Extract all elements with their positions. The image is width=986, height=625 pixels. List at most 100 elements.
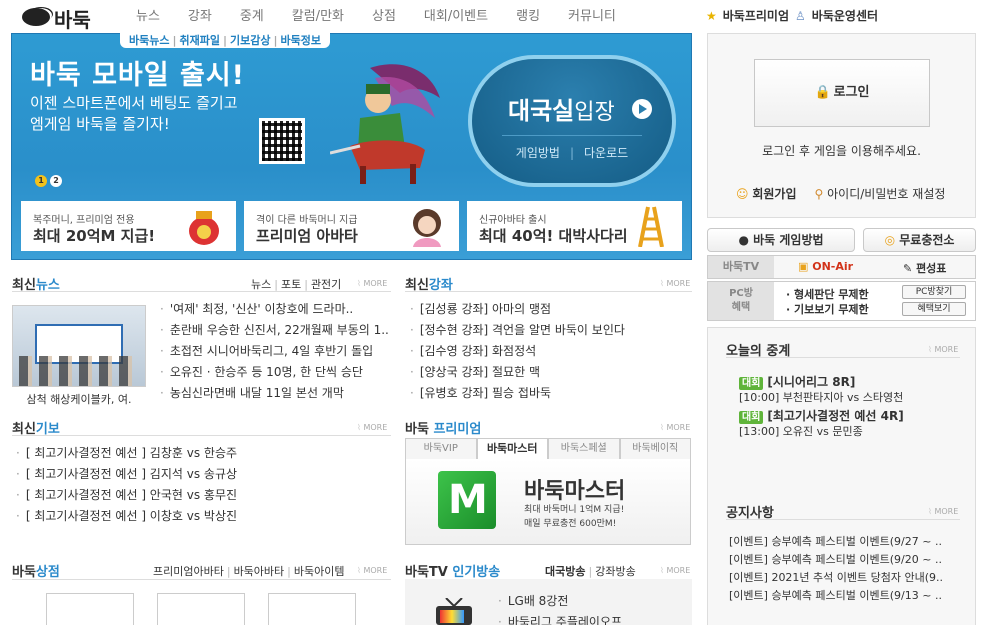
horse-rider-illustration <box>330 64 440 184</box>
notice-more-link[interactable]: MORE <box>928 507 958 516</box>
login-button[interactable]: 🔒 로그인 <box>754 59 930 127</box>
list-item[interactable]: [이벤트] 승부예측 페스티벌 이벤트(9/20 ~ .. <box>729 551 947 569</box>
list-item[interactable]: 오유진 · 한승주 등 10명, 한 단씩 승단 <box>160 362 392 383</box>
tv-section-title[interactable]: 바둑TV 인기방송 <box>405 561 500 580</box>
news-sublinks: 뉴스 | 포토 | 관전기 <box>251 278 342 291</box>
enter-game-room-button[interactable]: 대국실입장 게임방법 | 다운로드 <box>468 55 676 187</box>
schedule-link[interactable]: ✎ 편성표 <box>903 260 946 276</box>
list-item[interactable]: [이벤트] 승부예측 페스티벌 이벤트(9/13 ~ .. <box>729 587 947 605</box>
list-item[interactable]: [김성룡 강좌] 아마의 맹점 <box>410 299 692 320</box>
site-logo[interactable]: 바둑 <box>18 4 96 32</box>
main-nav: 뉴스 강좌 중계 칼럼/만화 상점 대회/이벤트 랭킹 커뮤니티 <box>136 5 644 24</box>
news-link-review[interactable]: 관전기 <box>311 278 341 291</box>
tab-baduk-basic[interactable]: 바둑베이직 <box>619 438 691 460</box>
login-message: 로그인 후 게임을 이용해주세요. <box>762 144 921 158</box>
shop-link-baduk-avatar[interactable]: 바둑아바타 <box>234 565 285 578</box>
pc-room-find-button[interactable]: PC방찾기 <box>902 285 966 299</box>
tab-baduk-master[interactable]: 바둑마스터 <box>476 438 548 460</box>
banner-sub-line2: 엠게임 바둑을 즐기자! <box>30 115 170 133</box>
operation-center-link[interactable]: 바둑운영센터 <box>812 7 878 24</box>
banner-page-1[interactable]: 1 <box>35 175 47 187</box>
list-item[interactable]: [이벤트] 2021년 추석 이벤트 당첨자 안내(9.. <box>729 569 947 587</box>
play-icon <box>632 99 652 119</box>
shop-item-slot[interactable] <box>46 593 134 625</box>
list-item[interactable]: [양상국 강좌] 절묘한 맥 <box>410 362 692 383</box>
banner-sub-line1: 이젠 스마트폰에서 베팅도 즐기고 <box>30 94 238 112</box>
list-item[interactable]: 바둑리그 주플레이오프 <box>498 612 688 625</box>
shop-section-title[interactable]: 바둑상점 <box>12 561 60 580</box>
enter-suffix-text: 입장 <box>574 100 615 125</box>
kibo-more-link[interactable]: MORE <box>357 423 387 432</box>
tv-small-icon: ▣ <box>798 260 809 273</box>
shop-more-link[interactable]: MORE <box>357 566 387 575</box>
list-item[interactable]: [ 최고기사결정전 예선 ] 김창훈 vs 한승주 <box>16 443 391 464</box>
banner-tabs: 바둑뉴스 | 취재파일 | 기보감상 | 바둑정보 <box>120 32 331 48</box>
list-item[interactable]: '여제' 최정, '신산' 이창호에 드라마.. <box>160 299 392 320</box>
on-air-link[interactable]: ▣ ON-Air <box>798 260 853 273</box>
nav-community[interactable]: 커뮤니티 <box>568 5 616 24</box>
go-stone-icon <box>22 8 50 26</box>
tab-kibo-view[interactable]: 기보감상 <box>230 32 270 48</box>
list-item[interactable]: 농심신라면배 내달 11일 본선 개막 <box>160 383 392 404</box>
tab-baduk-news[interactable]: 바둑뉴스 <box>129 32 169 48</box>
download-link[interactable]: 다운로드 <box>584 146 628 160</box>
star-icon: ★ <box>706 8 717 23</box>
relay-more-link[interactable]: MORE <box>928 345 958 354</box>
news-photo[interactable] <box>12 305 146 387</box>
news-list: '여제' 최정, '신산' 이창호에 드라마.. 춘란배 우승한 신진서, 22… <box>160 299 392 404</box>
lecture-more-link[interactable]: MORE <box>660 279 690 288</box>
list-item[interactable]: 초접전 시니어바둑리그, 4일 후반기 돌입 <box>160 341 392 362</box>
news-more-link[interactable]: MORE <box>357 279 387 288</box>
promo-ladder[interactable]: 신규아바타 출시 최대 40억! 대박사다리 <box>467 201 682 251</box>
news-link-news[interactable]: 뉴스 <box>251 278 271 291</box>
nav-ranking[interactable]: 랭킹 <box>516 5 540 24</box>
tv-link-match[interactable]: 대국방송 <box>545 565 585 578</box>
signup-link[interactable]: ☺ 회원가입 <box>736 185 797 202</box>
relay-item[interactable]: 대회 [최고기사결정전 예선 4R] [13:00] 오유진 vs 문민종 <box>739 408 904 440</box>
list-item[interactable]: [ 최고기사결정전 예선 ] 이창호 vs 박상진 <box>16 506 391 527</box>
list-item[interactable]: [이벤트] 승부예측 페스티벌 이벤트(9/27 ~ .. <box>729 533 947 551</box>
nav-relay[interactable]: 중계 <box>240 5 264 24</box>
avatar-girl-icon <box>413 209 441 247</box>
list-item[interactable]: [유병호 강좌] 필승 접바둑 <box>410 383 692 404</box>
relay-item[interactable]: 대회 [시니어리그 8R] [10:00] 부천판타지아 vs 스타영천 <box>739 374 903 406</box>
premium-more-link[interactable]: MORE <box>660 423 690 432</box>
pc-benefit-view-button[interactable]: 혜택보기 <box>902 302 966 316</box>
tv-link-lecture[interactable]: 강좌방송 <box>595 565 635 578</box>
tv-more-link[interactable]: MORE <box>660 566 690 575</box>
ladder-icon <box>638 206 664 247</box>
banner-page-2[interactable]: 2 <box>50 175 62 187</box>
nav-news[interactable]: 뉴스 <box>136 5 160 24</box>
nav-events[interactable]: 대회/이벤트 <box>424 5 488 24</box>
shop-link-baduk-item[interactable]: 바둑아이템 <box>294 565 345 578</box>
promo-premium-avatar[interactable]: 격이 다른 바둑머니 지급 프리미엄 아바타 <box>244 201 459 251</box>
premium-link[interactable]: 바둑프리미엄 <box>723 7 789 24</box>
list-item[interactable]: [김수영 강좌] 화점정석 <box>410 341 692 362</box>
shop-item-slot[interactable] <box>157 593 245 625</box>
premium-product-card[interactable]: M 바둑마스터 최대 바둑머니 1억M 지급! 매일 무료충전 600만M! <box>405 459 691 545</box>
tab-baduk-vip[interactable]: 바둑VIP <box>405 438 477 460</box>
list-item[interactable]: [ 최고기사결정전 예선 ] 안국현 vs 홍무진 <box>16 485 391 506</box>
tab-report-file[interactable]: 취재파일 <box>180 32 220 48</box>
premium-section-title[interactable]: 바둑 프리미엄 <box>405 418 481 437</box>
news-link-photo[interactable]: 포토 <box>281 278 301 291</box>
tab-baduk-info[interactable]: 바둑정보 <box>281 32 321 48</box>
shop-item-slot[interactable] <box>268 593 356 625</box>
news-photo-caption[interactable]: 삼척 해상케이블카, 여. <box>12 391 146 407</box>
list-item[interactable]: LG배 8강전 <box>498 591 688 612</box>
promo-pouch[interactable]: 복주머니, 프리미엄 전용 최대 20억M 지급! <box>21 201 236 251</box>
shop-link-premium-avatar[interactable]: 프리미엄아바타 <box>153 565 224 578</box>
game-howto-button[interactable]: ● 바둑 게임방법 <box>707 228 855 252</box>
nav-lecture[interactable]: 강좌 <box>188 5 212 24</box>
premium-product-name: 바둑마스터 <box>524 479 626 504</box>
nav-column[interactable]: 칼럼/만화 <box>292 5 344 24</box>
list-item[interactable]: [정수현 강좌] 격언을 알면 바둑이 보인다 <box>410 320 692 341</box>
logo-text: 바둑 <box>54 8 91 32</box>
game-method-link[interactable]: 게임방법 <box>516 146 560 160</box>
list-item[interactable]: 춘란배 우승한 신진서, 22개월째 부동의 1.. <box>160 320 392 341</box>
list-item[interactable]: [ 최고기사결정전 예선 ] 김지석 vs 송규상 <box>16 464 391 485</box>
find-account-link[interactable]: ⚲ 아이디/비밀번호 재설정 <box>815 185 946 202</box>
tab-baduk-special[interactable]: 바둑스페셜 <box>548 438 620 460</box>
free-charge-button[interactable]: ◎ 무료충전소 <box>863 228 976 252</box>
nav-shop[interactable]: 상점 <box>372 5 396 24</box>
